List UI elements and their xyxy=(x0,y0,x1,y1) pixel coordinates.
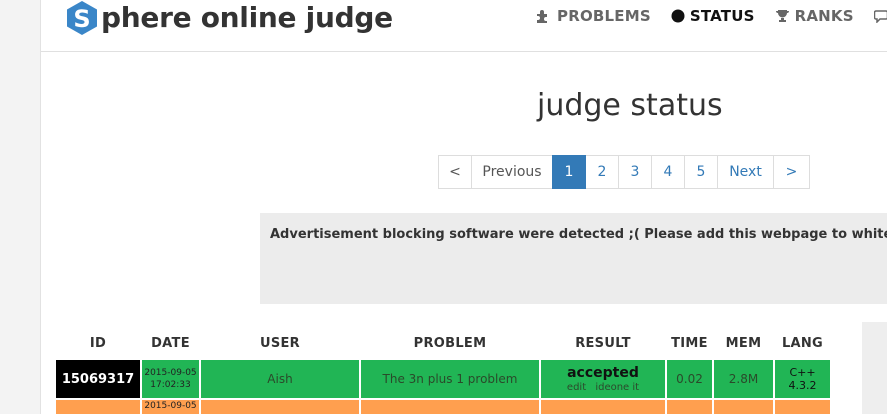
submission-date: 2015-09-05 xyxy=(142,398,199,414)
site-logo[interactable]: S phere online judge xyxy=(65,0,393,36)
adblock-notice-text: Advertisement blocking software were det… xyxy=(270,227,887,242)
submission-lang: C++ 4.3.2 xyxy=(775,358,830,398)
submission-time: 0.02 xyxy=(667,358,712,398)
status-table: ID DATE USER PROBLEM RESULT TIME MEM LAN… xyxy=(54,328,832,414)
submission-time xyxy=(667,398,712,414)
header-date: DATE xyxy=(151,335,190,351)
adblock-notice: Advertisement blocking software were det… xyxy=(260,213,887,304)
header-user: USER xyxy=(259,335,300,351)
submission-problem[interactable] xyxy=(361,398,539,414)
nav-status[interactable]: STATUS xyxy=(671,7,755,25)
pagination-page-3[interactable]: 3 xyxy=(618,155,652,189)
submission-mem xyxy=(714,398,773,414)
submission-lang xyxy=(775,398,830,414)
site-header: S phere online judge PROBLEMS STATUS RAN… xyxy=(41,0,887,52)
date-time: 17:02:33 xyxy=(150,380,191,390)
table-row: 15069317 2015-09-05 17:02:33 Aish The 3n… xyxy=(56,358,830,398)
table-header-row: ID DATE USER PROBLEM RESULT TIME MEM LAN… xyxy=(56,328,830,358)
circle-icon xyxy=(671,9,685,23)
pagination-page-2[interactable]: 2 xyxy=(585,155,619,189)
logo-letter: S xyxy=(73,5,90,33)
pagination-next-button[interactable]: Next xyxy=(717,155,774,189)
nav-problems[interactable]: PROBLEMS xyxy=(536,7,651,25)
result-status: accepted xyxy=(567,364,639,381)
submission-date: 2015-09-05 17:02:33 xyxy=(142,358,199,398)
pagination-page-5[interactable]: 5 xyxy=(684,155,718,189)
header-id: ID xyxy=(89,335,107,351)
pagination-previous-button[interactable]: Previous xyxy=(471,155,553,189)
chat-bubble-icon xyxy=(873,9,887,23)
header-time: TIME xyxy=(671,335,708,351)
submission-result: accepted edit ideone it xyxy=(541,358,665,398)
submission-user[interactable]: Aish xyxy=(201,358,359,398)
pagination-page-4[interactable]: 4 xyxy=(651,155,685,189)
submission-id[interactable] xyxy=(56,398,140,414)
header-mem: MEM xyxy=(725,335,762,351)
ideone-link[interactable]: ideone it xyxy=(595,382,639,393)
logo-hexagon-icon: S xyxy=(65,0,99,36)
pagination-last-button[interactable]: > xyxy=(773,155,810,189)
lang-name: C++ xyxy=(789,366,816,379)
pagination-page-1[interactable]: 1 xyxy=(552,155,586,189)
right-sidebar xyxy=(862,322,887,414)
nav-ranks-label: RANKS xyxy=(794,7,854,25)
puzzle-icon xyxy=(536,9,552,23)
date-day: 2015-09-05 xyxy=(144,368,197,378)
pagination-first-button[interactable]: < xyxy=(438,155,472,189)
main-nav: PROBLEMS STATUS RANKS xyxy=(536,6,887,26)
page-title-text: judge status xyxy=(537,88,723,123)
left-gutter xyxy=(0,0,41,414)
pagination: < Previous 1 2 3 4 5 Next > xyxy=(438,155,810,189)
table-row: 2015-09-05 xyxy=(56,398,830,414)
submission-problem[interactable]: The 3n plus 1 problem xyxy=(361,358,539,398)
header-problem: PROBLEM xyxy=(413,335,487,351)
header-lang: LANG xyxy=(781,335,824,351)
logo-text: phere online judge xyxy=(101,1,393,34)
submission-result xyxy=(541,398,665,414)
nav-status-label: STATUS xyxy=(689,7,755,25)
submission-id[interactable]: 15069317 xyxy=(56,358,140,398)
nav-ranks[interactable]: RANKS xyxy=(775,7,854,25)
header-result: RESULT xyxy=(575,335,631,351)
trophy-icon xyxy=(775,9,790,24)
lang-version: 4.3.2 xyxy=(788,379,817,392)
submission-user[interactable] xyxy=(201,398,359,414)
nav-forum[interactable] xyxy=(873,9,887,23)
nav-problems-label: PROBLEMS xyxy=(557,7,651,25)
submission-mem: 2.8M xyxy=(714,358,773,398)
date-day: 2015-09-05 xyxy=(144,401,197,411)
edit-link[interactable]: edit xyxy=(567,382,586,393)
